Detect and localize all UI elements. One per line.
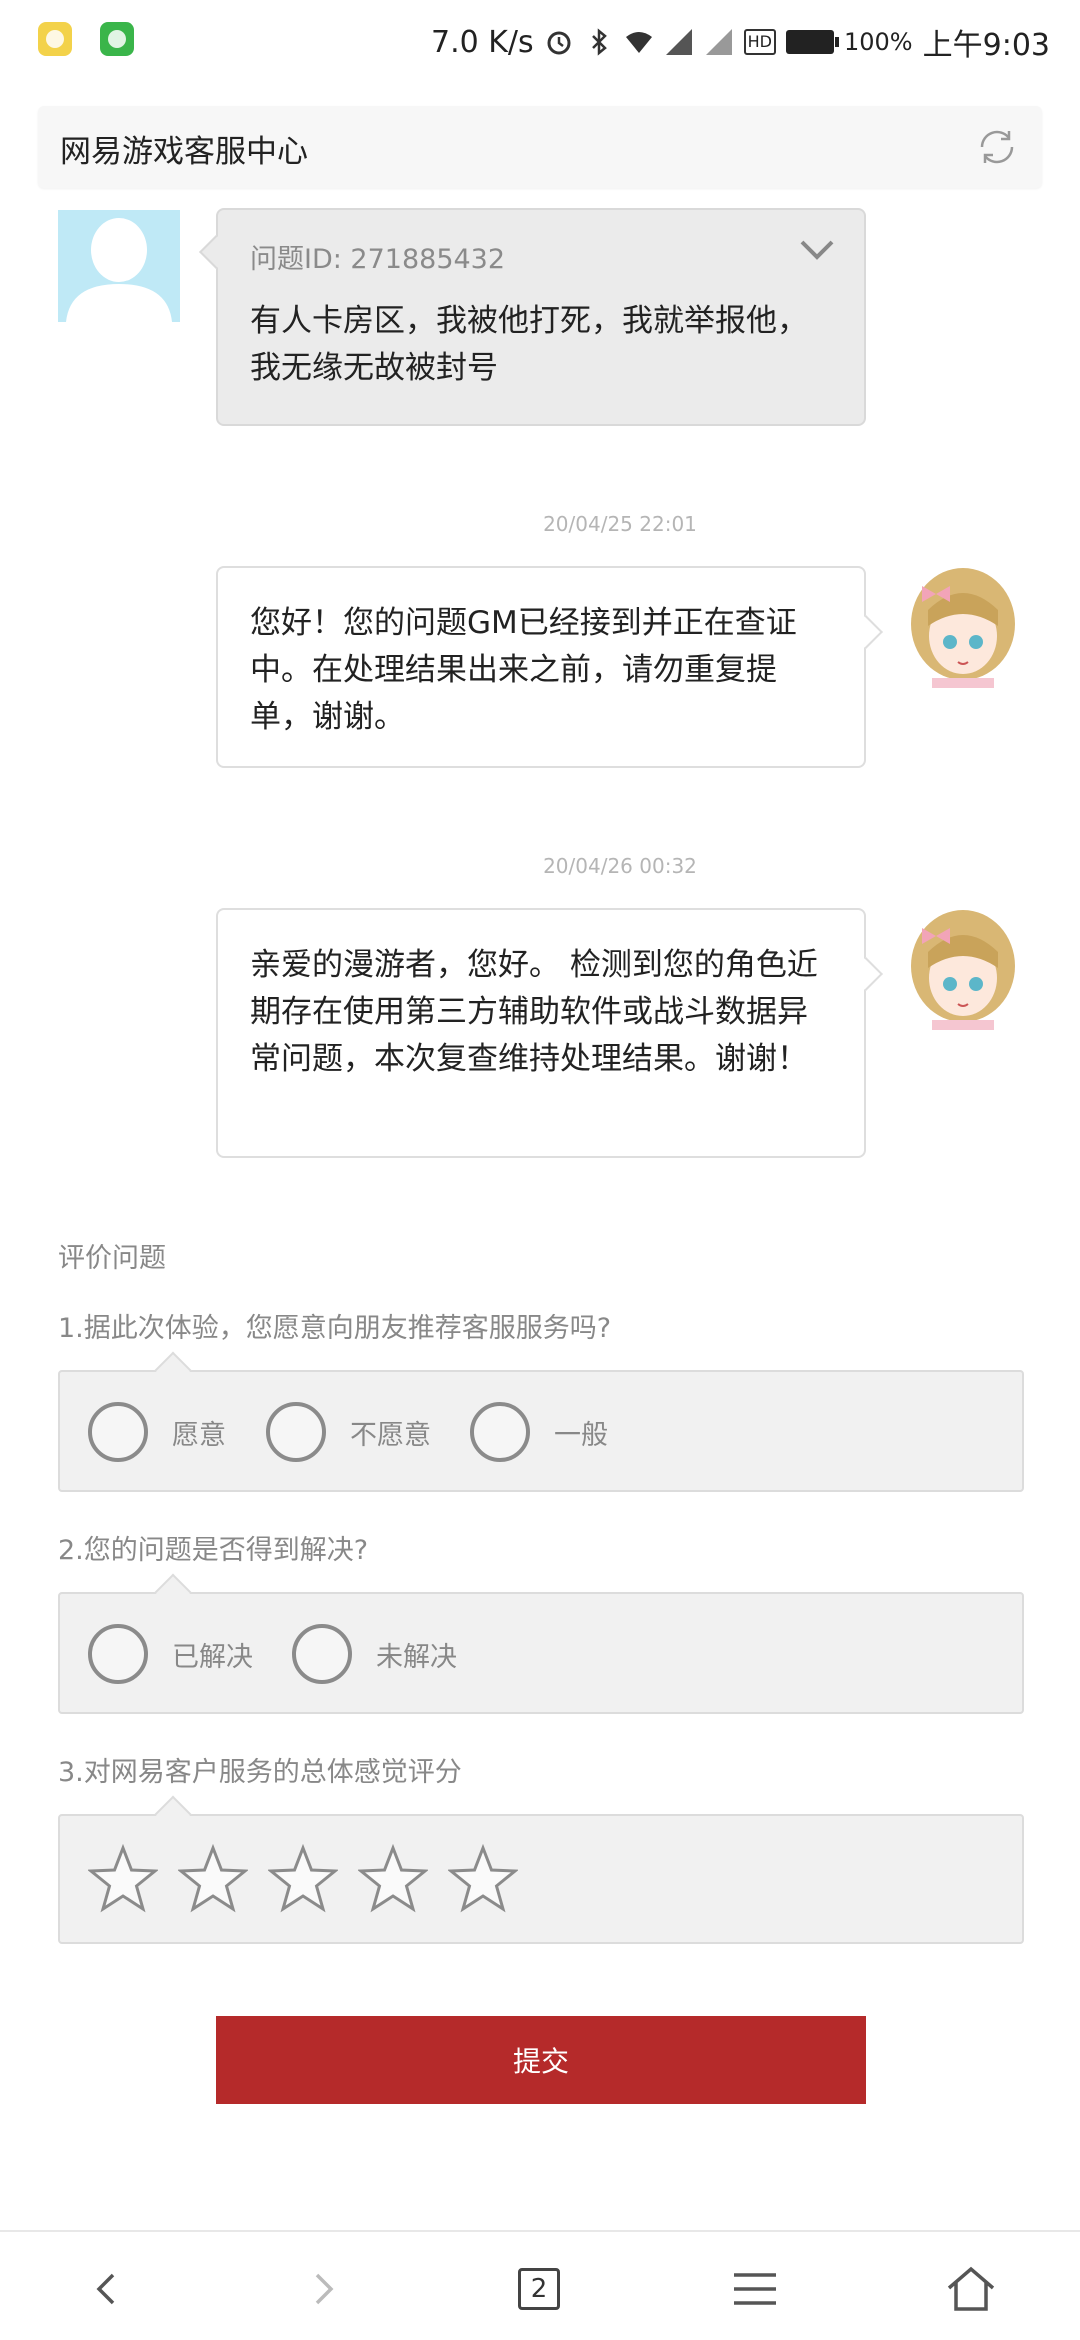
gm-avatar [902, 908, 1024, 1030]
forward-button[interactable] [288, 2254, 358, 2324]
option-unwilling[interactable]: 不愿意 [266, 1402, 431, 1462]
chevron-right-icon [315, 2273, 334, 2305]
battery-percent: 100% [844, 28, 913, 56]
star-icon[interactable] [358, 1844, 428, 1914]
radio-button[interactable] [470, 1402, 530, 1462]
radio-button[interactable] [292, 1624, 352, 1684]
signal-icon [665, 29, 692, 55]
page-title: 网易游戏客服中心 [60, 134, 308, 170]
status-bar: 7.0 K/s HD 100% 上午9:03 [0, 0, 1080, 84]
menu-button[interactable] [720, 2254, 790, 2324]
wechat-icon [100, 22, 134, 56]
star-rating[interactable] [88, 1844, 518, 1914]
home-button[interactable] [936, 2254, 1006, 2324]
user-message-bubble[interactable]: 问题ID: 271885432 有人卡房区，我被他打死，我就举报他，我无缘无故被… [199, 208, 866, 426]
battery-icon [786, 30, 839, 54]
hd-badge: HD [743, 29, 776, 55]
submit-button[interactable]: 提交 [216, 2016, 866, 2104]
refresh-icon[interactable] [974, 124, 1020, 170]
gm-message-bubble: 亲爱的漫游者，您好。 检测到您的角色近期存在使用第三方辅助软件或战斗数据异常问题… [216, 908, 883, 1158]
notification-icons [38, 22, 134, 56]
back-button[interactable] [72, 2254, 142, 2324]
question-2-label: 2.您的问题是否得到解决? [58, 1535, 369, 1566]
net-speed: 7.0 K/s [430, 24, 534, 60]
option-resolved[interactable]: 已解决 [88, 1624, 253, 1684]
timestamp: 20/04/26 00:32 [543, 854, 697, 878]
tab-count: 2 [518, 2268, 560, 2310]
option-label: 未解决 [376, 1641, 457, 1673]
user-message-text: 有人卡房区，我被他打死，我就举报他，我无缘无故被封号 [250, 303, 808, 386]
bluetooth-icon [591, 28, 607, 56]
gm-avatar [902, 566, 1024, 688]
rating-section-title: 评价问题 [58, 1243, 166, 1274]
wifi-icon [625, 32, 652, 53]
option-label: 愿意 [172, 1419, 226, 1451]
alarm-icon [547, 31, 571, 55]
timestamp: 20/04/25 22:01 [543, 512, 697, 536]
question-3-stars [58, 1795, 1024, 1944]
question-1-label: 1.据此次体验，您愿意向朋友推荐客服服务吗? [58, 1313, 612, 1344]
anime-girl-avatar-icon [911, 910, 1015, 1030]
star-icon[interactable] [178, 1844, 248, 1914]
option-unresolved[interactable]: 未解决 [292, 1624, 457, 1684]
radio-button[interactable] [266, 1402, 326, 1462]
question-1-options: 愿意 不愿意 一般 [58, 1351, 1024, 1492]
option-label: 不愿意 [350, 1419, 431, 1451]
question-3-label: 3.对网易客户服务的总体感觉评分 [58, 1757, 462, 1788]
star-icon[interactable] [88, 1844, 158, 1914]
status-indicators: 7.0 K/s HD 100% 上午9:03 [431, 18, 1050, 66]
radio-button[interactable] [88, 1624, 148, 1684]
clock: 上午9:03 [922, 28, 1050, 63]
signal-icon-2 [705, 29, 732, 55]
option-label: 一般 [554, 1419, 608, 1451]
chevron-left-icon [96, 2273, 115, 2305]
home-icon [947, 2266, 995, 2311]
star-icon[interactable] [268, 1844, 338, 1914]
gm-message-bubble: 您好！您的问题GM已经接到并正在查证中。在处理结果出来之前，请勿重复提单，谢谢。 [216, 566, 883, 768]
menu-icon [734, 2273, 776, 2305]
user-avatar [58, 210, 180, 322]
option-willing[interactable]: 愿意 [88, 1402, 226, 1462]
gm-message-text: 亲爱的漫游者，您好。 检测到您的角色近期存在使用第三方辅助软件或战斗数据异常问题… [250, 947, 818, 1077]
app-notification-icon [38, 22, 72, 56]
page-header: 网易游戏客服中心 [38, 106, 1042, 188]
question-2-options: 已解决 未解决 [58, 1573, 1024, 1714]
radio-button[interactable] [88, 1402, 148, 1462]
question-id: 问题ID: 271885432 [250, 244, 506, 275]
option-label: 已解决 [172, 1641, 253, 1673]
gm-message-text: 您好！您的问题GM已经接到并正在查证中。在处理结果出来之前，请勿重复提单，谢谢。 [250, 605, 797, 735]
star-icon[interactable] [448, 1844, 518, 1914]
user-silhouette-icon [66, 218, 172, 322]
chevron-down-icon[interactable] [798, 238, 836, 262]
anime-girl-avatar-icon [911, 568, 1015, 688]
option-neutral[interactable]: 一般 [470, 1402, 608, 1462]
browser-bottom-bar: 2 [0, 2230, 1080, 2340]
tabs-button[interactable]: 2 [504, 2254, 574, 2324]
